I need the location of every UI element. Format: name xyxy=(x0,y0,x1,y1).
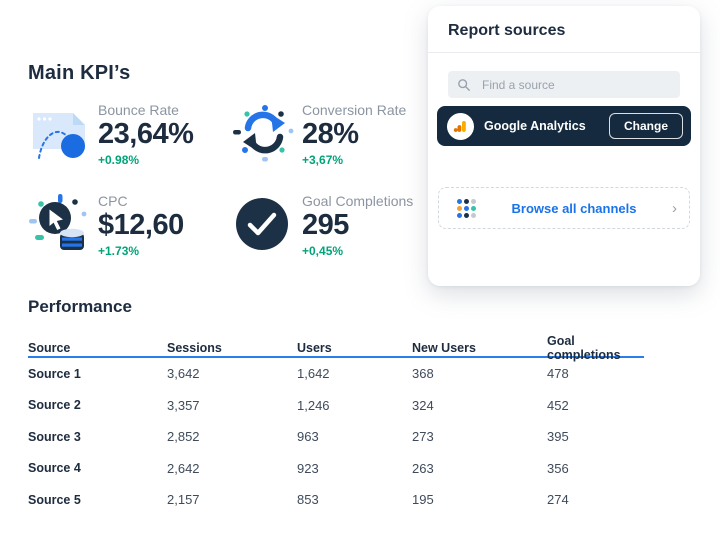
table-row: Source 5 2,157 853 195 274 xyxy=(28,484,644,516)
divider xyxy=(428,52,700,53)
cell-source: Source 1 xyxy=(28,367,167,381)
kpi-label: Conversion Rate xyxy=(302,102,406,118)
cell-users: 963 xyxy=(297,429,412,444)
kpi-grid: Bounce Rate 23,64% +0.98% xyxy=(28,100,413,258)
kpi-delta: +0.98% xyxy=(98,153,193,167)
kpi-card-goal-completions: Goal Completions 295 +0,45% xyxy=(232,191,413,258)
cell-source: Source 2 xyxy=(28,398,167,412)
kpi-section-title: Main KPI’s xyxy=(28,62,130,85)
table-row: Source 3 2,852 963 273 395 xyxy=(28,421,644,453)
browse-all-channels-button[interactable]: Browse all channels › xyxy=(438,187,690,229)
kpi-value: 28% xyxy=(302,119,406,151)
table-row: Source 4 2,642 923 263 356 xyxy=(28,453,644,485)
column-header-sessions: Sessions xyxy=(167,341,297,355)
column-header-users: Users xyxy=(297,341,412,355)
cell-sessions: 2,157 xyxy=(167,492,297,507)
column-header-new-users: New Users xyxy=(412,341,547,355)
change-source-button[interactable]: Change xyxy=(609,113,683,139)
goal-completions-icon xyxy=(232,191,296,257)
report-sources-panel: Report sources Google Analytics Change xyxy=(428,6,700,286)
report-sources-title: Report sources xyxy=(448,22,565,40)
cell-sessions: 3,642 xyxy=(167,366,297,381)
kpi-card-bounce-rate: Bounce Rate 23,64% +0.98% xyxy=(28,100,232,167)
channels-grid-icon xyxy=(457,199,476,218)
cell-goal-completions: 478 xyxy=(547,366,644,381)
cell-new-users: 195 xyxy=(412,492,547,507)
table-row: Source 2 3,357 1,246 324 452 xyxy=(28,390,644,422)
cell-source: Source 5 xyxy=(28,493,167,507)
dashboard: Main KPI’s Bounce Rate 23,64% +0.98% xyxy=(0,0,720,542)
table-header-row: Source Sessions Users New Users Goal com… xyxy=(28,334,644,358)
google-analytics-icon xyxy=(447,113,474,140)
performance-title: Performance xyxy=(28,297,132,317)
cell-goal-completions: 452 xyxy=(547,398,644,413)
kpi-value: 23,64% xyxy=(98,119,193,151)
cell-new-users: 368 xyxy=(412,366,547,381)
source-search-box[interactable] xyxy=(448,71,680,98)
cell-users: 853 xyxy=(297,492,412,507)
cell-sessions: 3,357 xyxy=(167,398,297,413)
kpi-value: $12,60 xyxy=(98,210,184,242)
cell-users: 1,642 xyxy=(297,366,412,381)
kpi-label: CPC xyxy=(98,193,184,209)
cell-goal-completions: 395 xyxy=(547,429,644,444)
table-row: Source 1 3,642 1,642 368 478 xyxy=(28,358,644,390)
kpi-label: Bounce Rate xyxy=(98,102,193,118)
selected-source-name: Google Analytics xyxy=(484,119,609,133)
cpc-icon xyxy=(28,191,92,257)
kpi-delta: +1.73% xyxy=(98,244,184,258)
kpi-card-cpc: CPC $12,60 +1.73% xyxy=(28,191,232,258)
cell-goal-completions: 356 xyxy=(547,461,644,476)
cell-source: Source 3 xyxy=(28,430,167,444)
bounce-rate-icon xyxy=(28,100,92,166)
selected-source-row: Google Analytics Change xyxy=(437,106,691,146)
performance-table: Source Sessions Users New Users Goal com… xyxy=(28,334,644,516)
cell-new-users: 273 xyxy=(412,429,547,444)
cell-sessions: 2,642 xyxy=(167,461,297,476)
cell-users: 1,246 xyxy=(297,398,412,413)
browse-all-channels-label: Browse all channels xyxy=(476,201,672,216)
column-header-goal-completions: Goal completions xyxy=(547,334,644,362)
conversion-rate-icon xyxy=(232,100,296,166)
chevron-right-icon: › xyxy=(672,201,677,216)
kpi-value: 295 xyxy=(302,210,413,242)
column-header-source: Source xyxy=(28,341,167,355)
search-input[interactable] xyxy=(480,77,671,93)
kpi-delta: +0,45% xyxy=(302,244,413,258)
cell-source: Source 4 xyxy=(28,461,167,475)
cell-new-users: 324 xyxy=(412,398,547,413)
kpi-card-conversion-rate: Conversion Rate 28% +3,67% xyxy=(232,100,413,167)
cell-new-users: 263 xyxy=(412,461,547,476)
kpi-label: Goal Completions xyxy=(302,193,413,209)
cell-goal-completions: 274 xyxy=(547,492,644,507)
kpi-delta: +3,67% xyxy=(302,153,406,167)
search-icon xyxy=(457,78,471,92)
cell-users: 923 xyxy=(297,461,412,476)
cell-sessions: 2,852 xyxy=(167,429,297,444)
